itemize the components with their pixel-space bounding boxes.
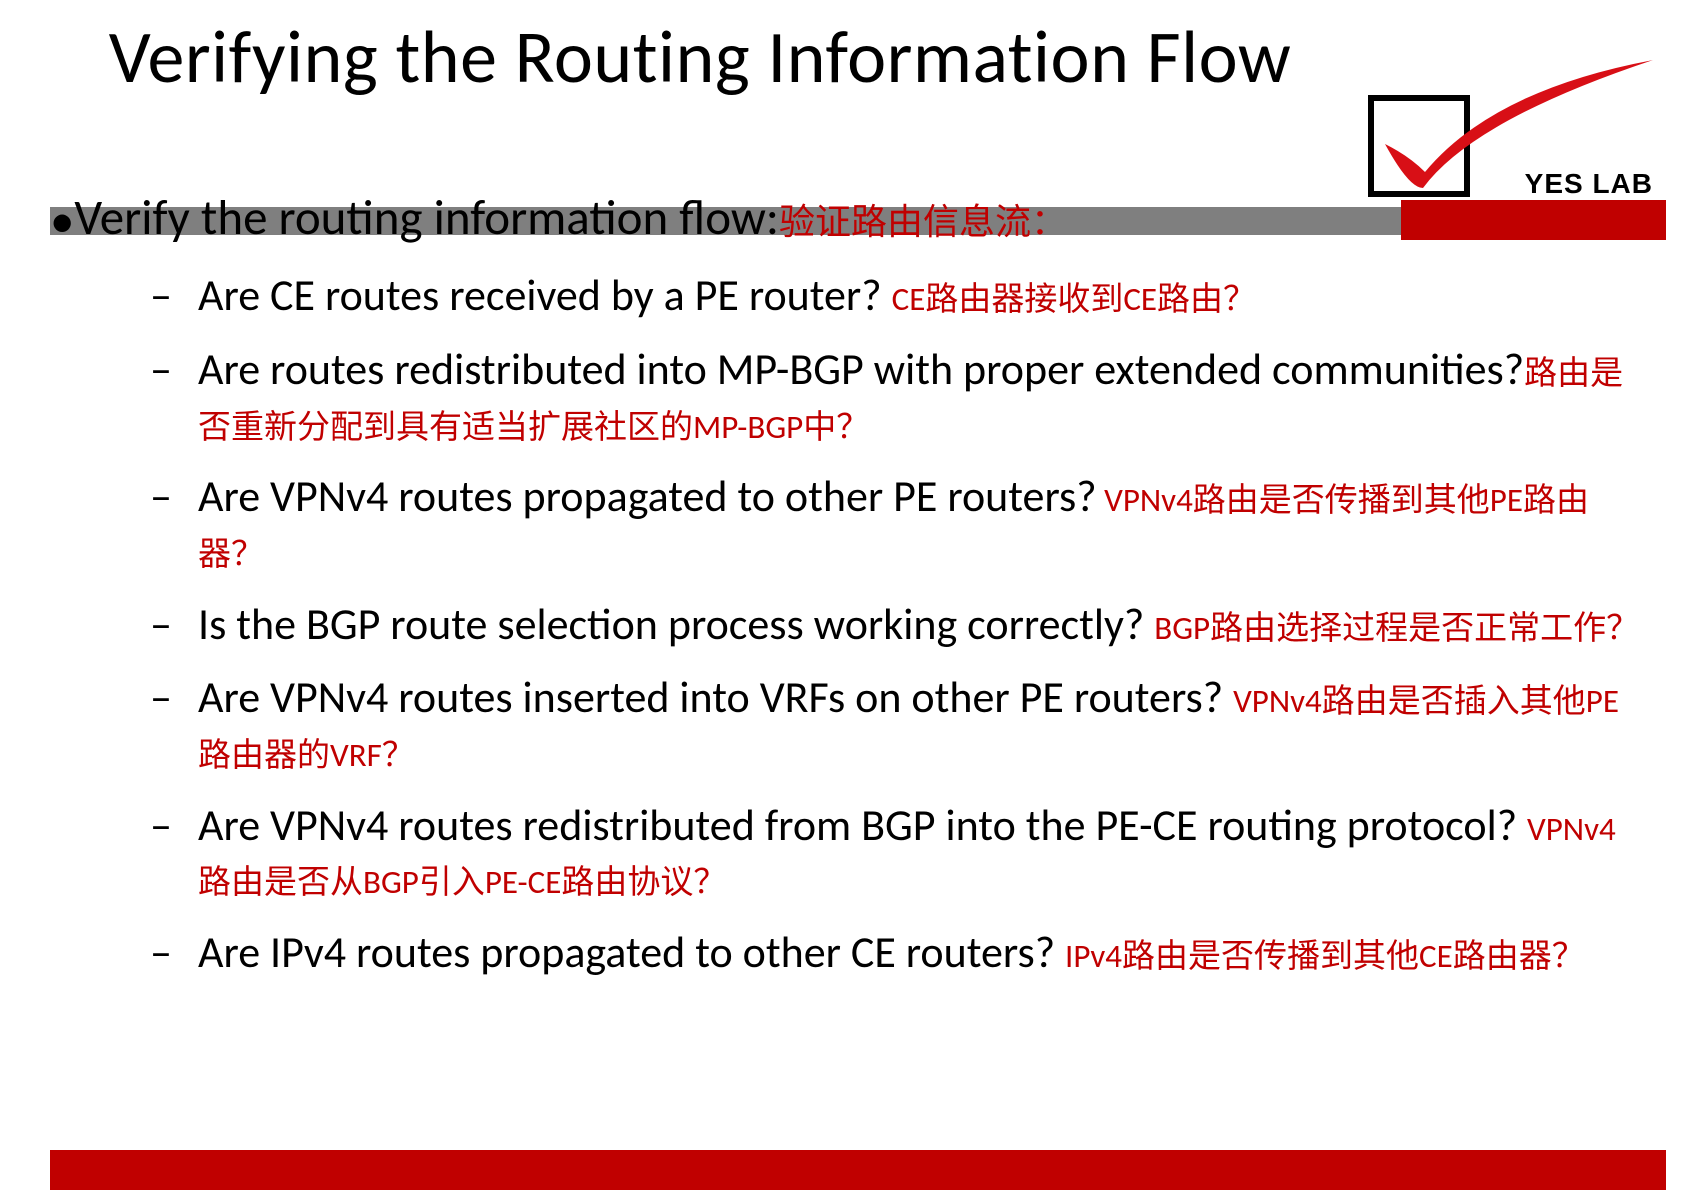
item-cn: CE路由器接收到CE路由？ [892,279,1256,319]
footer-bar-red [50,1150,1666,1190]
item-en: Are routes redistributed into MP-BGP wit… [198,342,1524,396]
list-item: – Is the BGP route selection process wor… [150,598,1643,652]
item-en: Are VPNv4 routes inserted into VRFs on o… [198,670,1233,724]
dash-icon: – [150,926,172,980]
slide: Verifying the Routing Information Flow Y… [0,0,1683,1190]
list-item: – Are routes redistributed into MP-BGP w… [150,343,1643,450]
item-en: Are VPNv4 routes propagated to other PE … [198,469,1097,523]
dash-icon: – [150,343,172,397]
dash-icon: – [150,269,172,323]
dash-icon: – [150,799,172,853]
item-cn: IPv4路由是否传播到其他CE路由器？ [1065,936,1585,976]
bullet-dot-icon: • [50,195,74,249]
brand-logo: YES LAB [1353,60,1653,200]
item-en: Is the BGP route selection process worki… [198,597,1154,651]
list-item: – Are VPNv4 routes redistributed from BG… [150,799,1643,906]
item-en: Are IPv4 routes propagated to other CE r… [198,925,1065,979]
content-area: •Verify the routing information flow:验证路… [50,192,1643,1000]
item-en: Are VPNv4 routes redistributed from BGP … [198,798,1527,852]
slide-title: Verifying the Routing Information Flow [0,18,1400,98]
top-bullet: •Verify the routing information flow:验证路… [50,192,1643,249]
list-item: – Are VPNv4 routes propagated to other P… [150,470,1643,577]
item-en: Are CE routes received by a PE router? [198,268,892,322]
dash-icon: – [150,470,172,524]
dash-icon: – [150,598,172,652]
list-item: – Are VPNv4 routes inserted into VRFs on… [150,671,1643,778]
item-cn: BGP路由选择过程是否正常工作？ [1154,608,1639,648]
list-item: – Are IPv4 routes propagated to other CE… [150,926,1643,980]
list-item: – Are CE routes received by a PE router?… [150,269,1643,323]
top-bullet-en: Verify the routing information flow: [74,188,779,248]
top-bullet-cn: 验证路由信息流： [779,200,1067,244]
sub-list: – Are CE routes received by a PE router?… [150,269,1643,979]
dash-icon: – [150,671,172,725]
